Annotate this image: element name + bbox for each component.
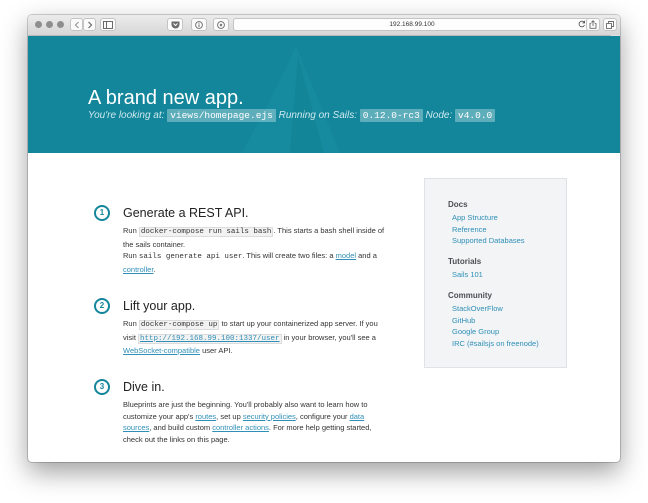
step-body: Run docker-compose run sails bash . This … xyxy=(123,225,385,275)
reload-icon[interactable] xyxy=(578,20,586,28)
share-button[interactable] xyxy=(586,18,600,31)
chevron-left-icon xyxy=(74,21,79,28)
step-number: 1 xyxy=(94,205,110,221)
back-button[interactable] xyxy=(70,18,83,31)
close-window-button[interactable] xyxy=(35,21,42,28)
hero-subtitle: You're looking at: views/homepage.ejs Ru… xyxy=(88,109,496,123)
sails-101-link[interactable]: Sails 101 xyxy=(452,269,566,281)
step-title: Dive in. xyxy=(123,380,165,394)
text: Run xyxy=(123,319,139,328)
text: , and build custom xyxy=(149,423,213,432)
text: . xyxy=(153,264,156,274)
stackoverflow-link[interactable]: StackOverFlow xyxy=(452,303,566,315)
text: Run xyxy=(123,251,139,260)
browser-toolbar: 192.168.99.100 xyxy=(28,15,620,36)
text: . This will create two files: a xyxy=(242,251,336,260)
zoom-window-button[interactable] xyxy=(57,21,64,28)
step-number: 2 xyxy=(94,298,110,314)
tutorials-heading: Tutorials xyxy=(448,257,482,266)
text: in your browser, you'll see a xyxy=(281,332,376,342)
text: Run xyxy=(123,226,139,235)
controller-link[interactable]: controller xyxy=(123,265,153,274)
node-label: Node: xyxy=(422,110,456,121)
command-snippet: sails generate api user xyxy=(138,253,243,261)
supported-databases-link[interactable]: Supported Databases xyxy=(452,235,566,247)
security-policies-link[interactable]: security policies xyxy=(243,412,296,421)
sidebar-toggle-button[interactable] xyxy=(100,18,116,31)
google-group-link[interactable]: Google Group xyxy=(452,326,566,338)
page-title: A brand new app. xyxy=(88,87,244,109)
url-text: 192.168.99.100 xyxy=(389,21,435,28)
sails-label: Running on Sails: xyxy=(275,110,360,121)
tabs-icon xyxy=(606,20,614,29)
extension-button[interactable] xyxy=(213,18,229,31)
url-code: http://192.168.99.100:1337/user xyxy=(138,333,282,344)
text: , set up xyxy=(216,411,243,421)
docs-heading: Docs xyxy=(448,200,468,209)
command-snippet: docker-compose up xyxy=(138,320,220,330)
pocket-button[interactable] xyxy=(167,18,183,31)
community-links: StackOverFlow GitHub Google Group IRC (#… xyxy=(448,303,566,349)
info-icon xyxy=(195,20,203,29)
text: user API. xyxy=(199,346,233,355)
controller-actions-link[interactable]: controller actions xyxy=(212,423,269,432)
model-link[interactable]: model xyxy=(336,251,356,260)
view-label: You're looking at: xyxy=(88,110,168,121)
tutorials-links: Sails 101 xyxy=(448,269,566,281)
local-url-link[interactable]: http://192.168.99.100:1337/user xyxy=(138,333,282,344)
sails-version: 0.12.0-rc3 xyxy=(359,109,423,122)
websocket-link[interactable]: WebSocket-compatible xyxy=(123,346,200,355)
step-title: Generate a REST API. xyxy=(123,206,249,220)
step-number: 3 xyxy=(94,379,110,395)
node-version: v4.0.0 xyxy=(455,109,496,122)
app-structure-link[interactable]: App Structure xyxy=(452,212,566,224)
irc-link[interactable]: IRC (#sailsjs on freenode) xyxy=(452,338,566,350)
share-icon xyxy=(589,20,597,29)
chevron-right-icon xyxy=(87,21,92,28)
routes-link[interactable]: routes xyxy=(195,412,216,421)
docs-sidebar: Docs App Structure Reference Supported D… xyxy=(424,178,567,368)
community-section: Community StackOverFlow GitHub Google Gr… xyxy=(448,290,566,349)
step-paragraph: Run sails generate api user. This will c… xyxy=(123,250,385,275)
info-button[interactable] xyxy=(191,18,207,31)
step-paragraph: Run docker-compose run sails bash. This … xyxy=(123,225,385,250)
extension-icon xyxy=(217,20,225,29)
tabs-overview-button[interactable] xyxy=(603,18,617,31)
sidebar-icon xyxy=(103,20,113,29)
command-snippet: docker-compose run sails bash xyxy=(138,227,274,237)
browser-window: 192.168.99.100 + A brand new app. You're… xyxy=(28,15,620,462)
pocket-icon xyxy=(171,21,179,28)
tutorials-section: Tutorials Sails 101 xyxy=(448,256,566,281)
docs-links: App Structure Reference Supported Databa… xyxy=(448,212,566,247)
view-path: views/homepage.ejs xyxy=(167,109,276,122)
step-title: Lift your app. xyxy=(123,299,196,313)
screenshot-stage: 192.168.99.100 + A brand new app. You're… xyxy=(0,0,648,503)
hero-banner: A brand new app. You're looking at: view… xyxy=(28,36,620,153)
reference-link[interactable]: Reference xyxy=(452,224,566,236)
docs-section: Docs App Structure Reference Supported D… xyxy=(448,199,566,247)
minimize-window-button[interactable] xyxy=(46,21,53,28)
address-bar[interactable]: 192.168.99.100 xyxy=(233,18,591,31)
forward-button[interactable] xyxy=(83,18,96,31)
step-paragraph: Blueprints are just the beginning. You'l… xyxy=(123,399,385,445)
github-link[interactable]: GitHub xyxy=(452,315,566,327)
community-heading: Community xyxy=(448,291,492,300)
text: , configure your xyxy=(295,411,350,421)
text: and a xyxy=(356,251,377,260)
step-paragraph: Run docker-compose up to start up your c… xyxy=(123,318,385,357)
step-body: Run docker-compose up to start up your c… xyxy=(123,318,385,357)
step-body: Blueprints are just the beginning. You'l… xyxy=(123,399,385,445)
